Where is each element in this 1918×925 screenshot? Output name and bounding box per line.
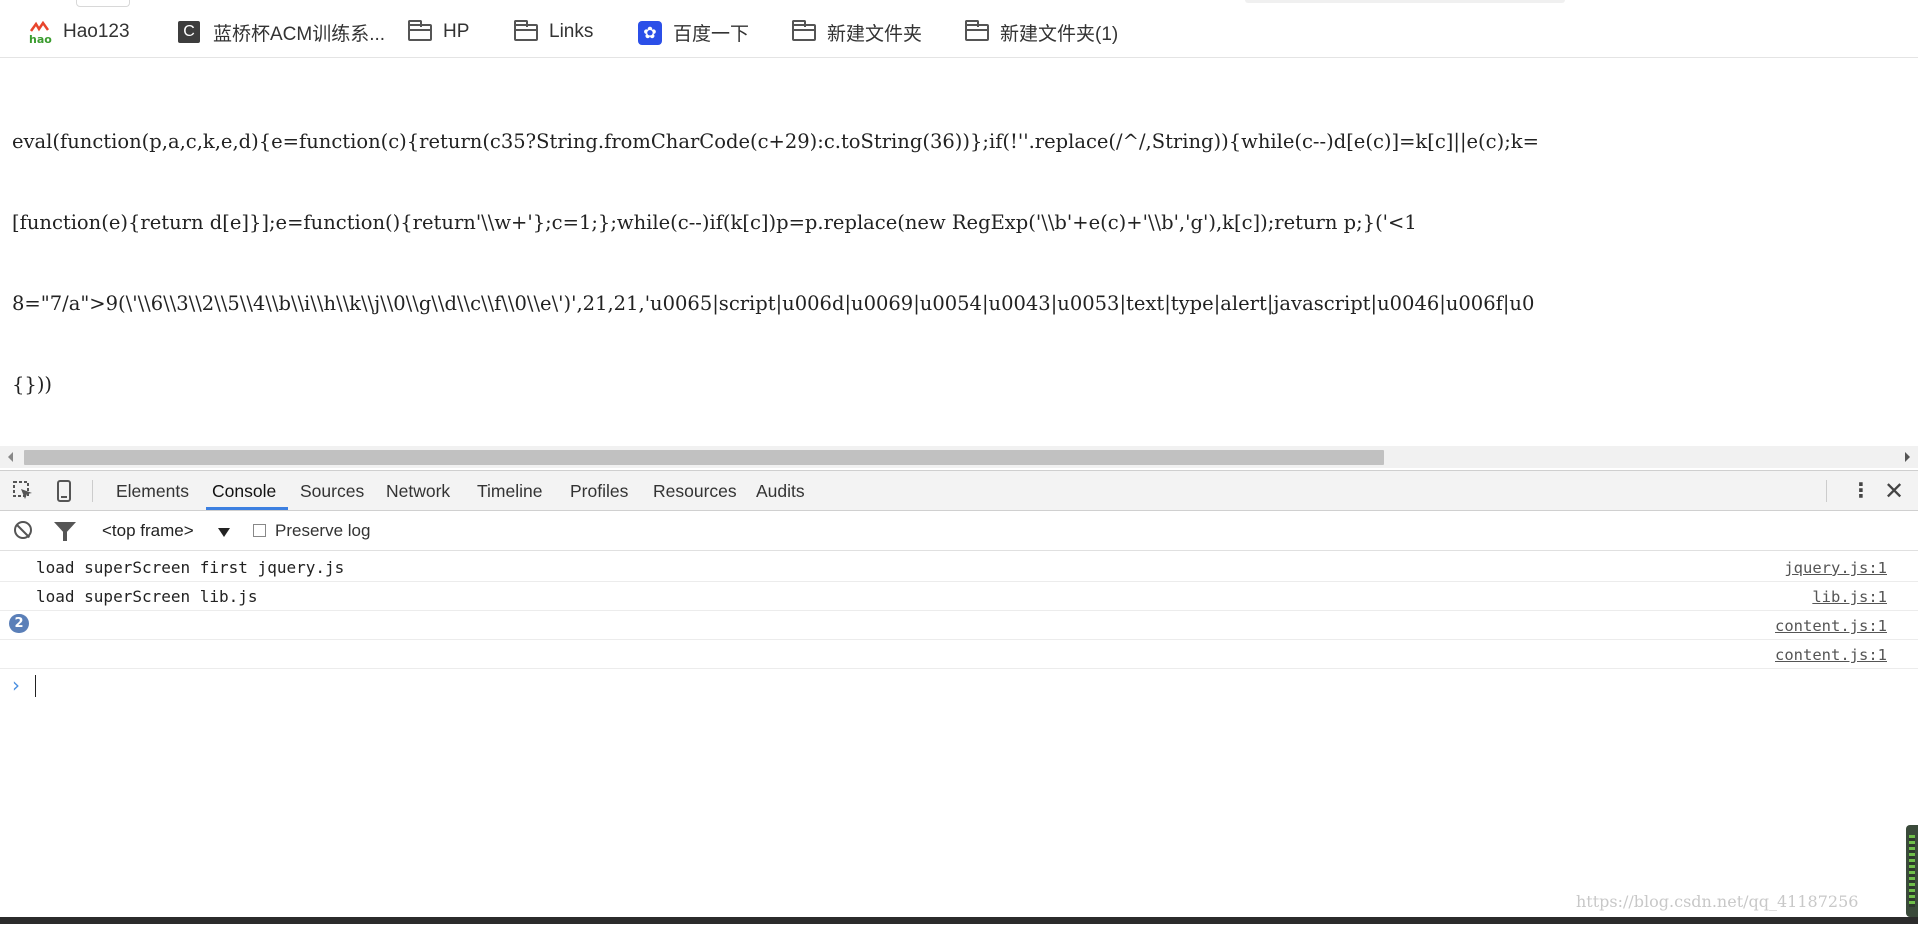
tab-console[interactable]: Console [212,481,276,502]
devtools-panel: Elements Console Sources Network Timelin… [0,470,1918,925]
console-message: load superScreen lib.js lib.js:1 [0,582,1918,611]
tab-elements[interactable]: Elements [116,481,189,502]
scrollbar-thumb[interactable] [24,450,1384,465]
bookmark-label: HP [443,21,470,42]
bookmark-label: Hao123 [63,21,130,42]
code-line: eval(function(p,a,c,k,e,d){e=function(c)… [12,130,1539,153]
scroll-right-arrow-icon[interactable] [1905,452,1910,462]
console-message: load superScreen first jquery.js jquery.… [0,553,1918,582]
bookmark-label: 蓝桥杯ACM训练系... [213,23,386,45]
address-bar-stub [1245,0,1565,3]
bookmark-lanqiao[interactable]: C 蓝桥杯ACM训练系... [178,19,385,45]
tab-strip-stub [76,0,130,7]
tab-resources[interactable]: Resources [653,481,737,502]
scroll-left-arrow-icon[interactable] [8,452,13,462]
console-toolbar: <top frame> Preserve log [0,511,1918,551]
device-mode-icon[interactable] [53,480,75,502]
active-tab-indicator [206,507,288,510]
bookmark-hao123[interactable]: hao Hao123 [28,19,130,46]
tab-audits[interactable]: Audits [756,481,805,502]
tab-profiles[interactable]: Profiles [570,481,628,502]
tab-separator [92,480,93,502]
bookmark-label: 新建文件夹 [827,23,923,45]
prompt-chevron-icon: › [12,673,20,697]
repeat-count-badge: 2 [9,614,29,633]
tab-sources[interactable]: Sources [300,481,364,502]
bookmark-label: 百度一下 [673,23,750,45]
console-prompt[interactable]: › [0,671,1918,701]
tab-network[interactable]: Network [386,481,450,502]
tab-separator [1826,480,1827,502]
folder-icon [514,20,540,43]
log-text: load superScreen lib.js [36,587,258,606]
code-line: [function(e){return d[e]}];e=function(){… [12,211,1417,234]
bookmark-folder-links[interactable]: Links [514,19,593,45]
log-source-link[interactable]: content.js:1 [1775,617,1887,635]
tab-timeline[interactable]: Timeline [477,481,542,502]
inspect-element-icon[interactable] [12,480,34,502]
page-source-text: eval(function(p,a,c,k,e,d){e=function(c)… [12,74,1918,425]
chevron-down-icon[interactable] [218,528,230,537]
taskbar-strip [0,917,1918,924]
console-message: 2 content.js:1 [0,611,1918,640]
bookmark-folder-hp[interactable]: HP [408,19,469,45]
svg-text:hao: hao [29,33,52,45]
side-monitor-widget [1906,825,1918,917]
bookmark-label: Links [549,21,594,42]
text-cursor [35,675,36,697]
clear-console-icon[interactable] [14,521,32,539]
devtools-tab-bar: Elements Console Sources Network Timelin… [0,471,1918,511]
preserve-log-label: Preserve log [275,521,371,540]
folder-icon [965,20,991,43]
filter-icon[interactable] [54,522,76,541]
preserve-log-checkbox[interactable] [253,524,266,537]
hao123-logo-icon: hao [28,20,54,46]
console-message: content.js:1 [0,640,1918,669]
c-logo-icon: C [178,21,204,43]
log-source-link[interactable]: content.js:1 [1775,646,1887,664]
bookmark-label: 新建文件夹(1) [1000,23,1119,45]
log-source-link[interactable]: jquery.js:1 [1784,559,1887,577]
bookmark-folder-new[interactable]: 新建文件夹 [792,19,922,45]
code-line: {})) [12,373,53,396]
log-source-link[interactable]: lib.js:1 [1812,588,1887,606]
horizontal-scrollbar[interactable] [0,446,1918,468]
context-selector[interactable]: <top frame> [102,521,194,541]
bookmark-folder-new-1[interactable]: 新建文件夹(1) [965,19,1118,45]
baidu-paw-icon: ✿ [638,21,664,45]
watermark: https://blog.csdn.net/qq_41187256 [1576,892,1859,911]
close-devtools-icon[interactable]: ✕ [1884,477,1904,506]
bookmarks-bar: hao Hao123 C 蓝桥杯ACM训练系... HP Links ✿ 百度一… [0,0,1918,58]
code-line: 8="7/a">9(\'\\6\\3\\2\\5\\4\\b\\i\\h\\k\… [12,292,1535,315]
folder-icon [792,20,818,43]
more-options-icon[interactable]: ⋮ [1851,481,1871,501]
log-text: load superScreen first jquery.js [36,558,345,577]
folder-icon [408,20,434,43]
bookmark-baidu[interactable]: ✿ 百度一下 [638,19,749,45]
